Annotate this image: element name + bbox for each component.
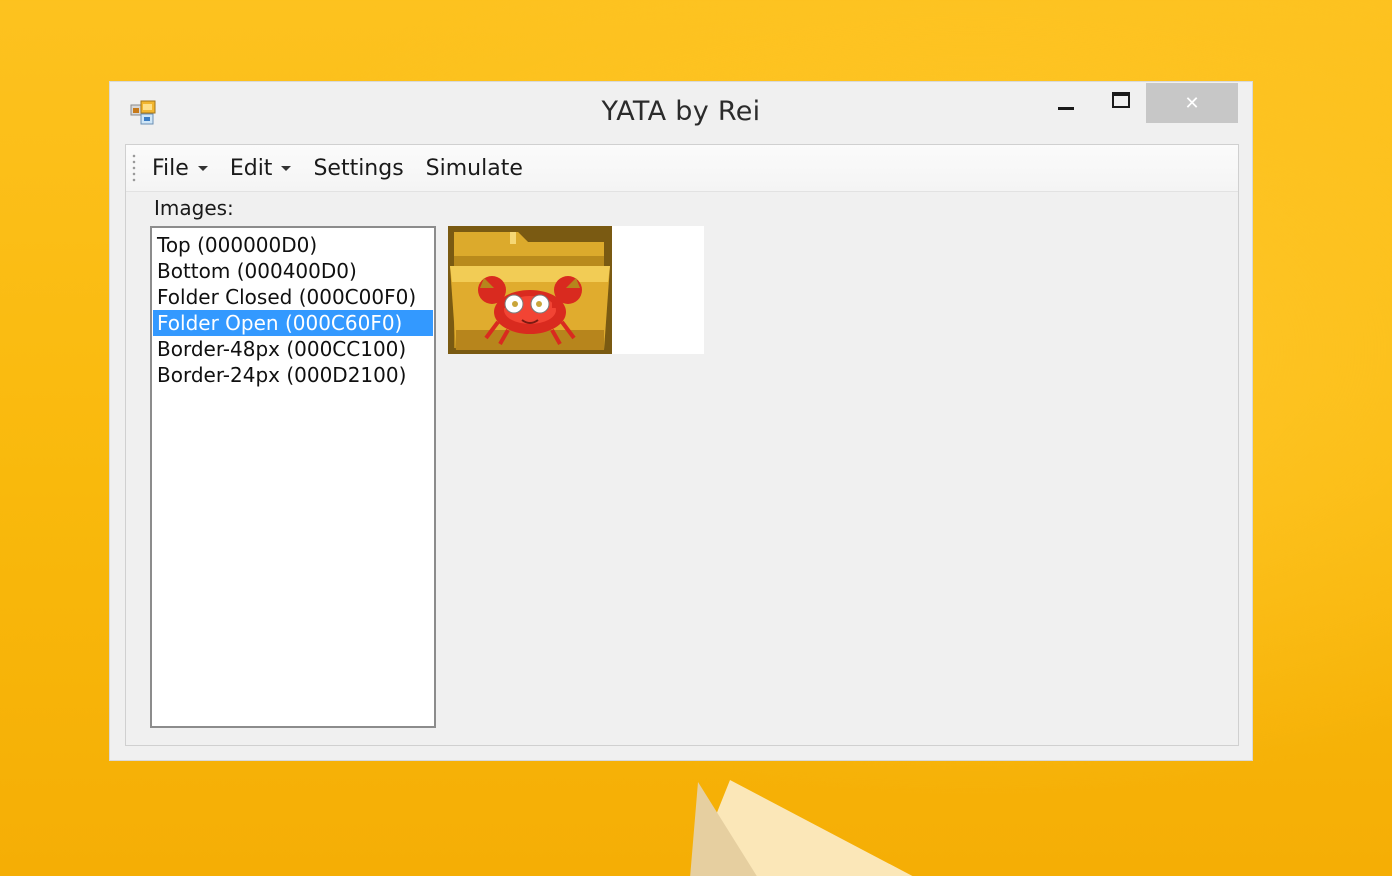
desktop-paper-shade [690, 782, 758, 876]
dropdown-arrow-icon [197, 165, 208, 171]
menu-settings[interactable]: Settings [313, 156, 403, 181]
maximize-icon [1112, 92, 1130, 108]
menu-simulate[interactable]: Simulate [426, 156, 523, 181]
menu-bar: File Edit Settings Simulate [126, 145, 1238, 192]
title-bar[interactable]: YATA by Rei ✕ [110, 82, 1252, 144]
image-preview [448, 226, 704, 354]
menu-file[interactable]: File [152, 156, 208, 181]
list-item-folder-closed[interactable]: Folder Closed (000C00F0) [153, 284, 433, 310]
list-item-top[interactable]: Top (000000D0) [153, 232, 433, 258]
dropdown-arrow-icon [281, 165, 292, 171]
menu-settings-label: Settings [313, 155, 404, 181]
menu-edit-label: Edit [229, 155, 273, 181]
menu-edit[interactable]: Edit [230, 156, 292, 181]
minimize-icon [1058, 106, 1074, 110]
minimize-button[interactable] [1040, 83, 1092, 123]
close-icon: ✕ [1184, 92, 1200, 114]
menu-simulate-label: Simulate [425, 155, 523, 181]
list-item-bottom[interactable]: Bottom (000400D0) [153, 258, 433, 284]
menu-file-label: File [152, 155, 189, 181]
list-item-border-48px[interactable]: Border-48px (000CC100) [153, 336, 433, 362]
toolbar-grip-handle[interactable] [132, 153, 136, 183]
app-window: YATA by Rei ✕ File Edit Settings Simulat… [109, 81, 1253, 761]
images-label: Images: [154, 196, 234, 220]
maximize-button[interactable] [1095, 83, 1147, 123]
images-listbox[interactable]: Top (000000D0) Bottom (000400D0) Folder … [150, 226, 436, 728]
list-item-folder-open[interactable]: Folder Open (000C60F0) [153, 310, 433, 336]
close-button[interactable]: ✕ [1146, 83, 1238, 123]
client-area: File Edit Settings Simulate Images: Top … [125, 144, 1239, 746]
crab-folder-icon [448, 226, 612, 354]
list-item-border-24px[interactable]: Border-24px (000D2100) [153, 362, 433, 388]
